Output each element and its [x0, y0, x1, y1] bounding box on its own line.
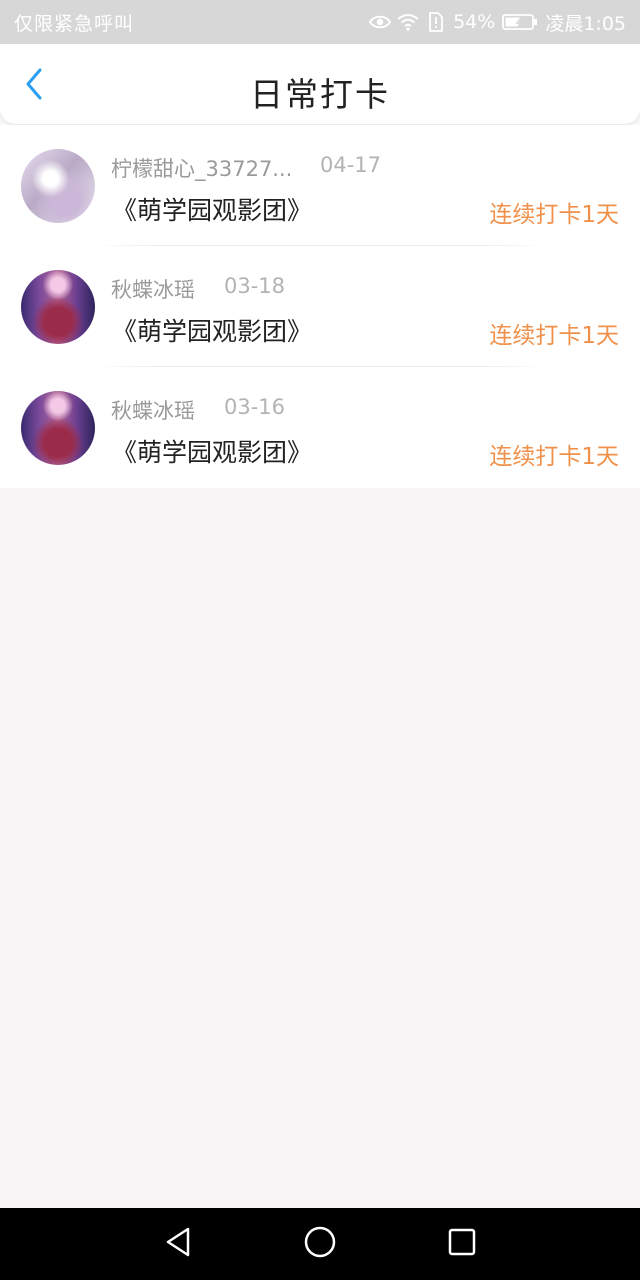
avatar[interactable] — [21, 270, 95, 344]
battery-icon — [501, 12, 539, 32]
status-carrier-text: 仅限紧急呼叫 — [14, 12, 135, 35]
nav-back-button[interactable] — [156, 1222, 200, 1266]
username[interactable]: 秋蝶冰瑶 — [111, 274, 195, 304]
group-name: 《萌学园观影团》 — [112, 317, 313, 346]
checkin-list: 柠檬甜心_33727... 04-17 《萌学园观影团》 连续打卡1天 秋蝶冰瑶… — [0, 125, 640, 488]
avatar[interactable] — [21, 391, 95, 465]
sim-alert-icon — [425, 12, 447, 32]
streak-label: 连续打卡1天 — [489, 202, 619, 228]
checkin-date: 03-16 — [224, 395, 286, 419]
status-time: 凌晨1:05 — [545, 12, 626, 35]
checkin-item[interactable]: 秋蝶冰瑶 03-16 《萌学园观影团》 连续打卡1天 — [0, 367, 640, 488]
eye-icon — [369, 12, 392, 32]
system-nav-bar — [0, 1208, 640, 1280]
checkin-item[interactable]: 柠檬甜心_33727... 04-17 《萌学园观影团》 连续打卡1天 — [0, 125, 640, 246]
nav-recents-button[interactable] — [440, 1222, 484, 1266]
status-bar: 仅限紧急呼叫 54% 凌晨1:05 — [0, 0, 640, 44]
header: 日常打卡 — [0, 44, 640, 124]
battery-percent: 54% — [453, 11, 496, 33]
back-triangle-icon — [163, 1226, 193, 1262]
group-name: 《萌学园观影团》 — [112, 438, 313, 467]
streak-label: 连续打卡1天 — [489, 444, 619, 470]
wifi-icon — [397, 12, 419, 32]
nav-home-button[interactable] — [298, 1222, 342, 1266]
status-right-group: 54% 凌晨1:05 — [369, 9, 626, 36]
checkin-date: 03-18 — [224, 274, 286, 298]
page-title: 日常打卡 — [250, 75, 390, 114]
streak-label: 连续打卡1天 — [489, 323, 619, 349]
username[interactable]: 秋蝶冰瑶 — [111, 395, 195, 425]
group-name: 《萌学园观影团》 — [112, 196, 313, 225]
home-circle-icon — [303, 1225, 337, 1263]
checkin-item[interactable]: 秋蝶冰瑶 03-18 《萌学园观影团》 连续打卡1天 — [0, 246, 640, 367]
checkin-date: 04-17 — [320, 153, 382, 177]
recents-square-icon — [447, 1227, 477, 1261]
username[interactable]: 柠檬甜心_33727... — [111, 153, 292, 183]
avatar[interactable] — [21, 149, 95, 223]
